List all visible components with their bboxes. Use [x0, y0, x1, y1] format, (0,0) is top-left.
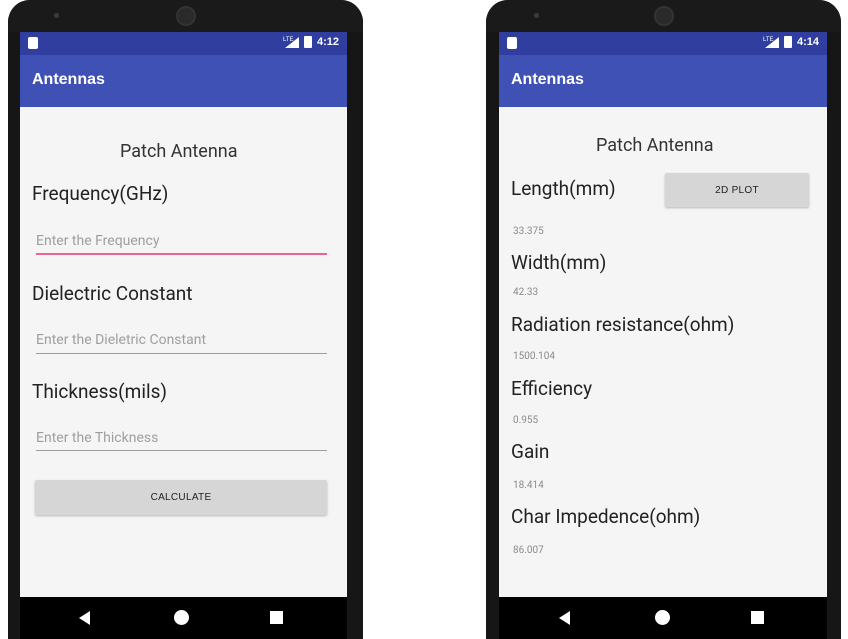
phone-top-bezel [486, 0, 841, 32]
thickness-input[interactable]: Enter the Thickness [36, 430, 158, 446]
phone-left: LTE 4:12 Antennas Patch Antenna Frequenc… [8, 0, 363, 639]
network-type: LTE [762, 36, 774, 43]
signal-icon: LTE [762, 36, 779, 48]
dielectric-label: Dielectric Constant [32, 282, 193, 305]
camera-icon [176, 6, 196, 26]
dielectric-input[interactable]: Enter the Dieletric Constant [36, 332, 206, 348]
nav-bar [20, 597, 347, 639]
sd-card-icon [507, 37, 517, 49]
radiation-resistance-value: 1500.104 [513, 351, 555, 362]
recent-apps-icon[interactable] [270, 611, 283, 624]
signal-icon: LTE [282, 36, 299, 48]
app-bar: Antennas [499, 55, 827, 107]
status-right: LTE 4:14 [763, 36, 819, 48]
page-title: Patch Antenna [120, 141, 238, 162]
back-icon[interactable] [559, 611, 570, 625]
width-label: Width(mm) [511, 251, 607, 274]
sensor-icon [534, 13, 539, 18]
calculate-button[interactable]: CALCULATE [35, 480, 327, 515]
home-icon[interactable] [655, 610, 670, 625]
thickness-label: Thickness(mils) [32, 380, 168, 403]
back-icon[interactable] [79, 611, 90, 625]
sensor-icon [54, 13, 59, 18]
phone-top-bezel [8, 0, 363, 32]
input-form: Patch Antenna Frequency(GHz) Enter the F… [20, 107, 347, 597]
battery-icon [783, 36, 792, 48]
camera-icon [654, 6, 674, 26]
frequency-input-underline[interactable] [36, 253, 327, 255]
gain-label: Gain [511, 440, 550, 463]
status-bar: LTE 4:12 [20, 32, 347, 55]
status-time: 4:12 [316, 36, 339, 48]
length-label: Length(mm) [511, 177, 616, 200]
app-title: Antennas [511, 71, 584, 88]
app-bar: Antennas [20, 55, 347, 107]
recent-apps-icon[interactable] [751, 611, 764, 624]
char-impedance-value: 86.007 [513, 545, 544, 556]
network-type: LTE [282, 36, 294, 43]
home-icon[interactable] [174, 610, 189, 625]
efficiency-label: Efficiency [511, 377, 593, 400]
plot-2d-button[interactable]: 2D PLOT [665, 173, 809, 207]
frequency-label: Frequency(GHz) [32, 182, 169, 205]
efficiency-value: 0.955 [513, 415, 539, 426]
frequency-input[interactable]: Enter the Frequency [36, 233, 159, 249]
screen-results: LTE 4:14 Antennas Patch Antenna Length(m… [499, 32, 827, 639]
status-bar: LTE 4:14 [499, 32, 827, 55]
dielectric-input-underline[interactable] [36, 353, 327, 354]
thickness-input-underline[interactable] [36, 450, 327, 451]
width-value: 42.33 [513, 287, 539, 298]
gain-value: 18.414 [513, 480, 544, 491]
char-impedance-label: Char Impedence(ohm) [511, 505, 701, 528]
screen-input: LTE 4:12 Antennas Patch Antenna Frequenc… [20, 32, 347, 639]
radiation-resistance-label: Radiation resistance(ohm) [511, 313, 735, 336]
phone-right: LTE 4:14 Antennas Patch Antenna Length(m… [486, 0, 841, 639]
results-panel: Patch Antenna Length(mm) 2D PLOT 33.375 … [499, 107, 827, 597]
battery-icon [303, 36, 312, 48]
length-value: 33.375 [513, 226, 544, 237]
app-title: Antennas [32, 71, 105, 88]
status-time: 4:14 [796, 36, 819, 48]
nav-bar [499, 597, 827, 639]
sd-card-icon [28, 37, 38, 49]
status-right: LTE 4:12 [283, 36, 339, 48]
page-title: Patch Antenna [596, 135, 714, 156]
